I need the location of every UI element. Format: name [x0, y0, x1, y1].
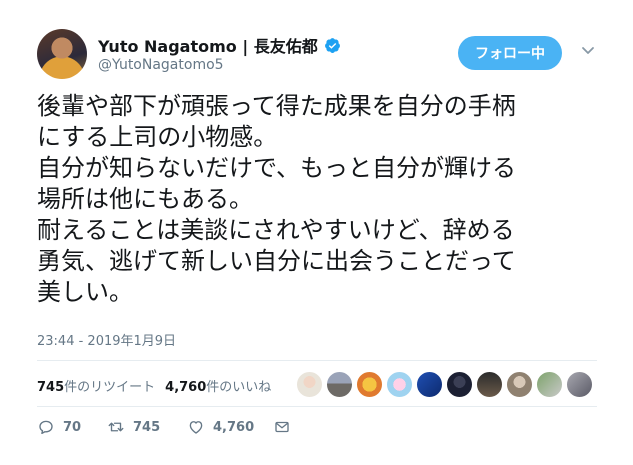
user-handle[interactable]: @YutoNagatomo5 [98, 57, 224, 73]
liker-avatar[interactable] [536, 371, 563, 398]
retweet-count: 745 [133, 419, 161, 435]
retweet-action[interactable]: 745 [107, 418, 187, 436]
retweet-icon [108, 422, 124, 432]
tweet-stats: 745 件のリツイート 4,760 件のいいね [37, 376, 281, 395]
retweet-stat-count: 745 [37, 380, 65, 395]
envelope-icon [275, 421, 289, 433]
retweet-stat-label: 件のリツイート [64, 380, 156, 395]
liker-avatar[interactable] [386, 371, 413, 398]
avatar[interactable] [37, 29, 87, 79]
direct-message-action[interactable] [273, 418, 291, 436]
liker-avatar[interactable] [506, 371, 533, 398]
tweet-timestamp[interactable]: 23:44 - 2019年1月9日 [37, 330, 176, 349]
liker-avatar[interactable] [356, 371, 383, 398]
divider [37, 406, 597, 407]
like-stat-count: 4,760 [165, 380, 207, 395]
reply-action[interactable]: 70 [37, 418, 107, 436]
retweet-stat[interactable]: 745 件のリツイート [37, 376, 155, 395]
tweet-text: 後輩や部下が頑張って得た成果を自分の手柄 にする上司の小物感。 自分が知らないだ… [37, 92, 517, 306]
following-button[interactable]: フォロー中 [458, 36, 562, 70]
tweet-actions: 70 745 4,760 [37, 418, 291, 436]
reply-icon [39, 420, 53, 435]
chevron-down-icon[interactable] [580, 42, 596, 58]
liker-avatar[interactable] [566, 371, 593, 398]
liker-avatar[interactable] [326, 371, 353, 398]
like-action[interactable]: 4,760 [187, 418, 273, 436]
divider [37, 360, 597, 361]
user-name-row[interactable]: Yuto Nagatomo | 長友佑都 [98, 33, 341, 57]
reply-count: 70 [63, 419, 82, 435]
liker-avatar[interactable] [446, 371, 473, 398]
like-stat-label: 件のいいね [206, 380, 272, 395]
user-display-name[interactable]: Yuto Nagatomo | 長友佑都 [98, 33, 318, 57]
like-count: 4,760 [213, 419, 255, 435]
verified-badge-icon [324, 37, 340, 53]
liker-avatar[interactable] [476, 371, 503, 398]
heart-icon [189, 421, 203, 434]
liker-avatars [296, 371, 593, 398]
liker-avatar[interactable] [296, 371, 323, 398]
like-stat[interactable]: 4,760 件のいいね [165, 376, 271, 395]
liker-avatar[interactable] [416, 371, 443, 398]
